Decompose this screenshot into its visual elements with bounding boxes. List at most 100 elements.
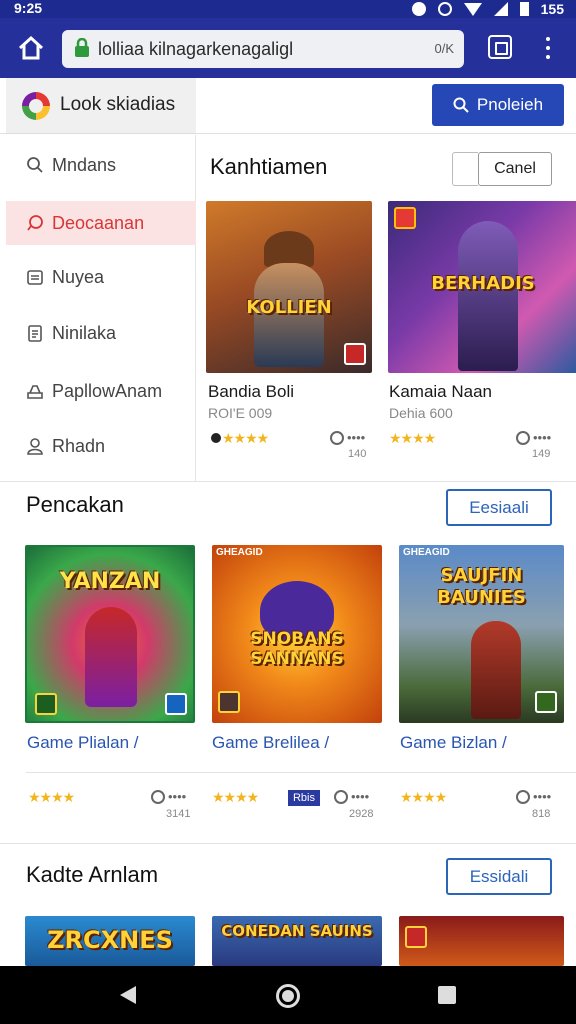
- hero-figure: [85, 607, 137, 707]
- game-card-art-title: BERHADIS: [431, 273, 535, 294]
- brand[interactable]: Look skiadias: [6, 78, 196, 134]
- game-card-art-title: SNOBANS SANNANS: [250, 629, 344, 669]
- row-divider: [26, 772, 576, 773]
- sidebar-item-papllowanam[interactable]: PapllowAnam: [6, 369, 196, 413]
- battery-level: 155: [540, 1, 564, 17]
- rating-stars: ★★★★: [28, 789, 75, 805]
- game-card-art[interactable]: [399, 916, 564, 966]
- play-count: 818: [532, 808, 551, 820]
- badge-icon: [535, 691, 557, 713]
- hero-hat: [264, 231, 314, 267]
- game-card-art-title: ZRCXNES: [47, 926, 173, 954]
- comment-count: ••••: [151, 789, 186, 804]
- comment-dots: ••••: [533, 789, 552, 804]
- sidebar-item-nuyea[interactable]: Nuyea: [6, 255, 196, 299]
- system-nav-bar: [0, 966, 576, 1024]
- sync-icon: [411, 2, 426, 16]
- rating-stars: ★★★★: [212, 789, 259, 805]
- sidebar: Mndans Deocaanan Nuyea Ninilaka PapllowA…: [6, 135, 196, 481]
- sidebar-item-label: Rhadn: [52, 435, 106, 456]
- game-card-art[interactable]: BERHADIS: [388, 201, 576, 373]
- search-icon: [453, 97, 469, 113]
- comment-icon: [516, 789, 530, 804]
- back-icon[interactable]: [120, 986, 136, 1004]
- status-icons: 155: [411, 0, 564, 18]
- game-card-art-title: SAUJFIN BAUNIES: [437, 565, 526, 608]
- wifi-icon: [463, 2, 482, 16]
- sidebar-item-deocaanan[interactable]: Deocaanan: [6, 201, 196, 245]
- status-bar: 9:25 155: [0, 0, 576, 18]
- sidebar-item-label: Nuyea: [52, 266, 105, 287]
- game-link[interactable]: Game Bizlan /: [400, 733, 507, 753]
- comment-icon: [334, 789, 348, 804]
- play-count: 140: [348, 448, 367, 460]
- game-card-sub: ROI'E 009: [208, 405, 273, 421]
- comment-icon: [516, 430, 530, 445]
- comment-dots: ••••: [533, 430, 552, 445]
- badge-icon: [405, 926, 427, 948]
- view-all-button[interactable]: Eesiaali: [446, 489, 552, 526]
- sidebar-item-label: Ninilaka: [52, 322, 117, 343]
- overflow-menu-icon[interactable]: [536, 34, 560, 62]
- search-button[interactable]: Pnoleieh: [432, 84, 564, 126]
- chat-icon: [27, 215, 43, 231]
- comment-count: ••••: [516, 789, 551, 804]
- game-card-art[interactable]: CONEDAN SAUINS: [212, 916, 382, 966]
- hero-figure: [471, 621, 521, 719]
- section-divider: [0, 481, 576, 482]
- lock-icon: [75, 38, 89, 57]
- comment-count: ••••: [334, 789, 369, 804]
- sidebar-item-rhadn[interactable]: Rhadn: [6, 424, 196, 468]
- home-circle-icon[interactable]: [276, 984, 300, 1008]
- section-title: Pencakan: [26, 492, 124, 517]
- game-link[interactable]: Game Brelilea /: [212, 733, 329, 753]
- sidebar-item-label: PapllowAnam: [52, 380, 163, 401]
- brand-name: Look skiadias: [60, 94, 176, 115]
- game-card-art[interactable]: KOLLIEN: [206, 201, 372, 373]
- game-card-title[interactable]: Kamaia Naan: [389, 382, 492, 402]
- search-button-label: Pnoleieh: [476, 95, 544, 114]
- play-count: 3141: [166, 808, 191, 820]
- comment-count: ••••: [330, 430, 365, 445]
- sidebar-item-ninilaka[interactable]: Ninilaka: [6, 311, 196, 355]
- featured-title: Kanhtiamen: [210, 154, 328, 179]
- list-icon: [27, 270, 43, 285]
- game-card-title[interactable]: Bandia Boli: [208, 382, 294, 402]
- play-count: 149: [532, 448, 551, 460]
- game-card-art[interactable]: GHEAGID SAUJFIN BAUNIES: [399, 545, 564, 723]
- home-button[interactable]: [14, 32, 48, 64]
- url-text: lolliaa kilnagarkenagaligl: [98, 39, 294, 59]
- section-divider: [0, 843, 576, 844]
- signal-icon: [493, 2, 508, 16]
- rating-stars: ★★★★: [389, 430, 436, 446]
- comment-dots: ••••: [351, 789, 370, 804]
- game-card-art[interactable]: GHEAGID SNOBANS SANNANS: [212, 545, 382, 723]
- comment-count: ••••: [516, 430, 551, 445]
- browser-toolbar: lolliaa kilnagarkenagaligl 0/K: [0, 18, 576, 78]
- sidebar-item-label: Mndans: [52, 154, 117, 175]
- badge-icon: [394, 207, 416, 229]
- rating-stars: ★★★★: [400, 789, 447, 805]
- cancel-button[interactable]: Canel: [478, 152, 552, 186]
- recent-apps-icon[interactable]: [438, 986, 456, 1004]
- comment-icon: [151, 789, 165, 804]
- brand-logo-icon: [22, 92, 50, 120]
- game-card-art-title: KOLLIEN: [246, 297, 332, 318]
- game-card-art-title: YANZAN: [59, 569, 161, 594]
- view-all-button[interactable]: Essidali: [446, 858, 552, 895]
- button-edge: [452, 152, 478, 186]
- sidebar-item-mndans[interactable]: Mndans: [6, 143, 196, 187]
- play-count: 2928: [349, 808, 374, 820]
- url-suffix: 0/K: [434, 41, 454, 56]
- game-link[interactable]: Game Plialan /: [27, 733, 139, 753]
- alarm-icon: [437, 2, 452, 16]
- game-card-art[interactable]: ZRCXNES: [25, 916, 195, 966]
- corner-label: GHEAGID: [403, 547, 450, 558]
- tab-switcher-icon[interactable]: [488, 35, 512, 59]
- section-title: Kadte Arnlam: [26, 862, 159, 887]
- url-field[interactable]: lolliaa kilnagarkenagaligl 0/K: [62, 30, 464, 68]
- game-card-art[interactable]: YANZAN: [25, 545, 195, 723]
- comment-icon: [330, 430, 344, 445]
- status-time: 9:25: [14, 0, 43, 16]
- home-icon: [18, 35, 44, 60]
